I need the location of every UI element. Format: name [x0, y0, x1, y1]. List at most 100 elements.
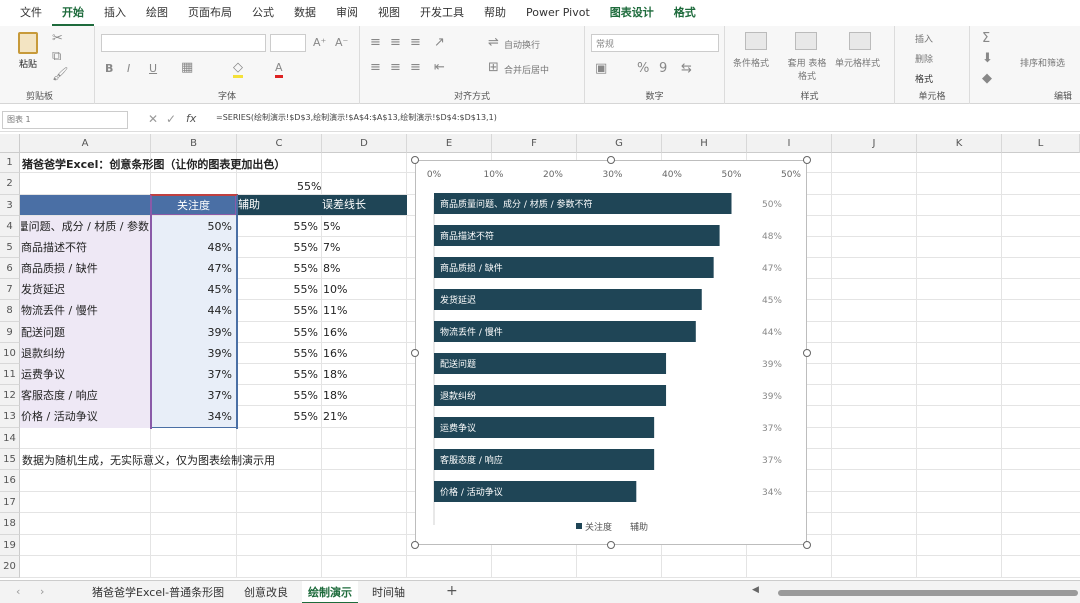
currency-icon[interactable]: ▣: [595, 62, 607, 76]
sheet-title[interactable]: 猪爸爸学Excel：创意条形图（让你的图表更加出色）: [22, 156, 285, 172]
row-header-1[interactable]: 1: [0, 153, 20, 173]
header-helper[interactable]: 辅助: [238, 195, 260, 215]
wrap-text-button[interactable]: 自动换行: [504, 38, 540, 51]
tab-formulas[interactable]: 公式: [242, 0, 284, 26]
fill-color-icon[interactable]: ◇: [233, 61, 243, 78]
enter-icon[interactable]: ✓: [166, 112, 176, 126]
row-header-3[interactable]: 3: [0, 195, 20, 216]
font-name-dropdown[interactable]: [101, 34, 266, 52]
column-header-a[interactable]: A: [20, 134, 151, 153]
cell-b-attention[interactable]: 47%: [152, 258, 232, 279]
chart-area[interactable]: 0% 10% 20% 30% 40% 50% 50% 商品质量问题、成分 / 材质 / 参数不…: [415, 160, 807, 545]
resize-handle-bl[interactable]: [411, 541, 419, 549]
cut-icon[interactable]: ✂: [52, 32, 63, 46]
row-header-5[interactable]: 5: [0, 237, 20, 258]
row-header-19[interactable]: 19: [0, 535, 20, 556]
cell-a-category[interactable]: 物流丢件 / 慢件: [21, 300, 149, 322]
sheet-tab-timeline[interactable]: 时间轴: [366, 581, 411, 603]
insert-cells-button[interactable]: 插入: [915, 32, 933, 45]
resize-handle-tm[interactable]: [607, 156, 615, 164]
tab-format[interactable]: 格式: [664, 0, 706, 26]
row-header-13[interactable]: 13: [0, 406, 20, 428]
cell-style-button[interactable]: 单元格样式: [835, 56, 880, 69]
cell-c-helper[interactable]: 55%: [238, 279, 318, 300]
cell-b-attention[interactable]: 50%: [152, 216, 232, 237]
cell-b-attention[interactable]: 39%: [152, 343, 232, 364]
cell-b-attention[interactable]: 34%: [152, 406, 232, 428]
decimal-icon[interactable]: ⇆: [681, 62, 692, 76]
align-top-icon[interactable]: ≡: [370, 36, 381, 50]
cell-c2[interactable]: 55%: [297, 180, 321, 193]
sheet-tab-improved[interactable]: 创意改良: [238, 581, 294, 603]
tab-draw[interactable]: 绘图: [136, 0, 178, 26]
row-header-12[interactable]: 12: [0, 385, 20, 406]
cell-d-error[interactable]: 21%: [323, 406, 383, 428]
resize-handle-ml[interactable]: [411, 349, 419, 357]
indent-icon[interactable]: ⇤: [434, 61, 445, 75]
column-header-e[interactable]: E: [407, 134, 492, 153]
cell-a-category[interactable]: 价格 / 活动争议: [21, 406, 149, 428]
select-all-corner[interactable]: [0, 134, 20, 153]
cell-c-helper[interactable]: 55%: [238, 322, 318, 343]
row-header-18[interactable]: 18: [0, 513, 20, 535]
tab-chart-design[interactable]: 图表设计: [600, 0, 664, 26]
cell-a-category[interactable]: 商品质损 / 缺件: [21, 258, 149, 279]
cell-d-error[interactable]: 16%: [323, 322, 383, 343]
font-color-icon[interactable]: A: [275, 61, 283, 78]
cell-b-attention[interactable]: 48%: [152, 237, 232, 258]
tab-power-pivot[interactable]: Power Pivot: [516, 0, 600, 26]
cell-d-error[interactable]: 11%: [323, 300, 383, 322]
formula-input[interactable]: =SERIES(绘制演示!$D$3,绘制演示!$A$4:$A$13,绘制演示!$…: [216, 112, 497, 123]
tab-home[interactable]: 开始: [52, 0, 94, 26]
cell-b-attention[interactable]: 37%: [152, 385, 232, 406]
align-left-icon[interactable]: ≡: [370, 61, 381, 75]
resize-handle-bm[interactable]: [607, 541, 615, 549]
column-header-i[interactable]: I: [747, 134, 832, 153]
cell-b-attention[interactable]: 45%: [152, 279, 232, 300]
sheet-tab-demo[interactable]: 绘制演示: [302, 581, 358, 603]
tab-view[interactable]: 视图: [368, 0, 410, 26]
cell-d-error[interactable]: 5%: [323, 216, 383, 237]
header-error-bar[interactable]: 误差线长: [322, 195, 366, 215]
cell-c-helper[interactable]: 55%: [238, 216, 318, 237]
cell-a-category[interactable]: 退款纠纷: [21, 343, 149, 364]
cell-a-category[interactable]: 配送问题: [21, 322, 149, 343]
row-header-7[interactable]: 7: [0, 279, 20, 300]
merge-center-button[interactable]: 合并后居中: [504, 63, 549, 76]
row-header-16[interactable]: 16: [0, 470, 20, 492]
column-header-c[interactable]: C: [237, 134, 322, 153]
row-header-9[interactable]: 9: [0, 322, 20, 343]
cell-d-error[interactable]: 16%: [323, 343, 383, 364]
sort-filter-button[interactable]: 排序和筛选: [1020, 56, 1065, 69]
column-header-k[interactable]: K: [917, 134, 1002, 153]
align-middle-icon[interactable]: ≡: [390, 36, 401, 50]
tab-review[interactable]: 审阅: [326, 0, 368, 26]
cell-c-helper[interactable]: 55%: [238, 385, 318, 406]
format-painter-icon[interactable]: 🖌: [52, 68, 69, 82]
column-header-d[interactable]: D: [322, 134, 407, 153]
column-header-g[interactable]: G: [577, 134, 662, 153]
comma-button[interactable]: 9: [659, 62, 667, 76]
row-header-4[interactable]: 4: [0, 216, 20, 237]
cell-a-category[interactable]: 商品质量问题、成分 / 材质 / 参数: [21, 216, 149, 237]
tab-page-layout[interactable]: 页面布局: [178, 0, 242, 26]
wrap-text-icon[interactable]: ⇌: [488, 36, 499, 50]
underline-button[interactable]: U: [149, 62, 157, 76]
tab-file[interactable]: 文件: [10, 0, 52, 26]
cell-d-error[interactable]: 8%: [323, 258, 383, 279]
resize-handle-tr[interactable]: [803, 156, 811, 164]
column-header-b[interactable]: B: [151, 134, 237, 153]
border-icon[interactable]: ▦: [181, 61, 193, 75]
cell-d-error[interactable]: 10%: [323, 279, 383, 300]
column-header-h[interactable]: H: [662, 134, 747, 153]
format-cells-button[interactable]: 格式: [915, 72, 933, 85]
cell-a-category[interactable]: 运费争议: [21, 364, 149, 385]
note-text[interactable]: 数据为随机生成，无实际意义，仅为图表绘制演示用: [22, 452, 402, 468]
row-header-10[interactable]: 10: [0, 343, 20, 364]
copy-icon[interactable]: ⧉: [52, 50, 61, 64]
align-bottom-icon[interactable]: ≡: [410, 36, 421, 50]
cell-b-attention[interactable]: 39%: [152, 322, 232, 343]
paste-button[interactable]: 粘贴: [14, 32, 42, 78]
cell-c-helper[interactable]: 55%: [238, 406, 318, 428]
cell-b-attention[interactable]: 44%: [152, 300, 232, 322]
